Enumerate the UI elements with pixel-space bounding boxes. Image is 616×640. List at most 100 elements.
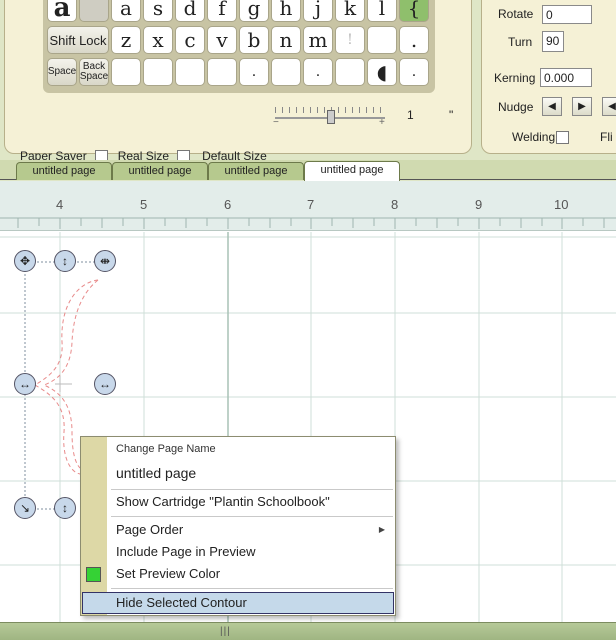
tab-page-4[interactable]: untitled page — [304, 161, 400, 181]
key-blank-6[interactable] — [207, 58, 237, 86]
key-s[interactable]: s — [143, 0, 173, 22]
page-tab-bar: untitled page untitled page untitled pag… — [0, 160, 616, 340]
slider-thumb[interactable] — [327, 110, 335, 124]
key-j[interactable]: j — [303, 0, 333, 22]
nudge-right-button[interactable]: ▶ — [572, 97, 592, 116]
key-label: c — [184, 28, 196, 52]
kerning-label: Kerning — [494, 71, 536, 85]
rotate-label: Rotate — [498, 7, 534, 21]
tab-page-3[interactable]: untitled page — [208, 162, 304, 180]
move-handle-icon[interactable]: ✥ — [14, 250, 36, 272]
ruler-label-6: 6 — [224, 197, 232, 212]
key-dot-2[interactable]: . — [303, 58, 333, 86]
key-d[interactable]: d — [175, 0, 205, 22]
key-x[interactable]: x — [143, 26, 173, 54]
key-blank-4[interactable] — [143, 58, 173, 86]
ruler-label-4: 4 — [56, 197, 64, 212]
cartridge-keyboard: a q w e r t y u i o p a a s d f g h j k … — [43, 0, 435, 93]
stretch-horizontal-right-handle-icon[interactable]: ↔ — [94, 373, 116, 395]
key-label: { — [407, 0, 421, 20]
ruler-label-9: 9 — [475, 197, 483, 212]
key-label: Space — [79, 71, 109, 82]
change-page-name-header: Change Page Name — [116, 443, 216, 455]
set-preview-color-item[interactable]: Set Preview Color — [116, 566, 220, 581]
rotate-handle-icon[interactable]: ↘ — [14, 497, 36, 519]
key-label: Space — [47, 66, 77, 77]
key-blank-2[interactable] — [367, 26, 397, 54]
shift-lock-key[interactable]: Shift Lock — [47, 26, 109, 54]
key-m[interactable]: m — [303, 26, 333, 54]
back-space-key[interactable]: Back Space — [79, 58, 109, 86]
key-dot-1[interactable]: . — [239, 58, 269, 86]
properties-panel: Rotate 0 Turn 90 Kerning 0.000 Nudge ◀ ▶… — [481, 0, 616, 154]
tab-page-2[interactable]: untitled page — [112, 162, 208, 180]
key-period[interactable]: . — [399, 26, 429, 54]
key-label: ◖ — [376, 60, 388, 84]
hide-selected-contour-item[interactable]: Hide Selected Contour — [116, 595, 247, 610]
key-g[interactable]: g — [239, 0, 269, 22]
flip-horizontal-handle-icon[interactable]: ⇼ — [94, 250, 116, 272]
key-blank-7[interactable] — [271, 58, 301, 86]
space-key[interactable]: Space — [47, 58, 77, 86]
welding-checkbox[interactable] — [556, 131, 569, 144]
nudge-up-button[interactable]: ◀ — [602, 97, 616, 116]
preview-color-swatch-icon — [86, 567, 101, 582]
stretch-vertical-bottom-handle-icon[interactable]: ↕ — [54, 497, 76, 519]
key-label: s — [152, 0, 164, 20]
key-h[interactable]: h — [271, 0, 301, 22]
turn-button[interactable]: 90 — [542, 31, 564, 52]
key-dot-3[interactable]: . — [399, 58, 429, 86]
key-half-circle[interactable]: ◖ — [367, 58, 397, 86]
page-order-item[interactable]: Page Order — [116, 522, 183, 537]
key-k[interactable]: k — [335, 0, 365, 22]
key-a-large[interactable]: a — [47, 0, 77, 22]
key-brace-selected[interactable]: { — [399, 0, 429, 22]
ruler-label-7: 7 — [307, 197, 315, 212]
stretch-horizontal-left-handle-icon[interactable]: ↔ — [14, 373, 36, 395]
bottom-splitter-bar[interactable]: ||| — [0, 622, 616, 640]
key-blank-5[interactable] — [175, 58, 205, 86]
key-f[interactable]: f — [207, 0, 237, 22]
include-page-in-preview-item[interactable]: Include Page in Preview — [116, 544, 255, 559]
key-label: l — [378, 0, 386, 20]
key-label: ! — [347, 32, 353, 48]
flip-label: Fli — [600, 130, 613, 144]
menu-separator — [111, 489, 393, 490]
key-label: d — [183, 0, 197, 20]
key-l[interactable]: l — [367, 0, 397, 22]
stretch-vertical-handle-icon[interactable]: ↕ — [54, 250, 76, 272]
nudge-label: Nudge — [498, 100, 534, 114]
key-n[interactable]: n — [271, 26, 301, 54]
key-label: a — [53, 0, 71, 23]
key-label: b — [247, 28, 261, 52]
keyboard-panel: a q w e r t y u i o p a a s d f g h j k … — [4, 0, 472, 154]
key-label: k — [343, 0, 357, 20]
turn-label: Turn — [508, 35, 533, 49]
key-label: a — [120, 0, 132, 20]
nudge-left-button[interactable]: ◀ — [542, 97, 562, 116]
page-name-input[interactable]: untitled page — [116, 465, 196, 481]
menu-separator — [111, 516, 393, 517]
key-blank-3[interactable] — [111, 58, 141, 86]
menu-separator — [111, 588, 393, 589]
key-blank[interactable] — [79, 0, 109, 22]
slider-plus-icon: + — [379, 117, 385, 128]
key-label: z — [120, 28, 132, 52]
key-z[interactable]: z — [111, 26, 141, 54]
page-context-menu: Change Page Name untitled page Show Cart… — [80, 436, 396, 616]
key-v[interactable]: v — [207, 26, 237, 54]
grip-icon: ||| — [220, 626, 231, 637]
kerning-input[interactable]: 0.000 — [540, 68, 592, 87]
key-a[interactable]: a — [111, 0, 141, 22]
key-c[interactable]: c — [175, 26, 205, 54]
key-b[interactable]: b — [239, 26, 269, 54]
key-label: . — [411, 64, 417, 80]
rotate-input[interactable]: 0 — [542, 5, 592, 24]
key-exclaim[interactable]: ! — [335, 26, 365, 54]
key-blank-8[interactable] — [335, 58, 365, 86]
horizontal-ruler: 4 5 6 7 8 9 10 — [0, 181, 616, 231]
tab-page-1[interactable]: untitled page — [16, 162, 112, 180]
default-size-slider[interactable]: − + — [273, 107, 385, 129]
size-value: 1 — [407, 108, 414, 122]
show-cartridge-item[interactable]: Show Cartridge "Plantin Schoolbook" — [116, 494, 330, 509]
